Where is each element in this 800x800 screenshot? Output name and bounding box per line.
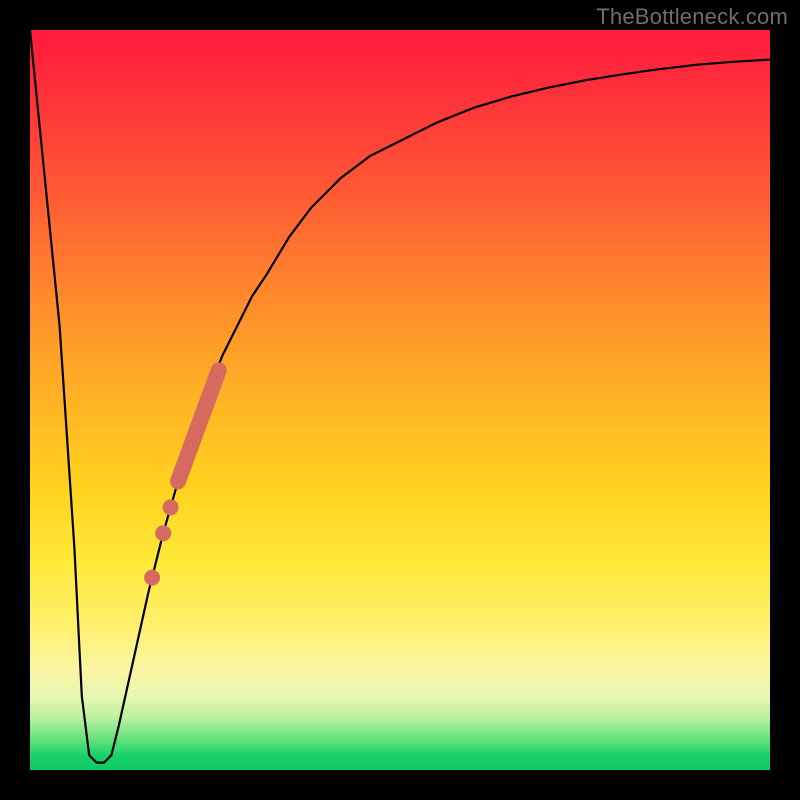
highlight-dot-1 [163,499,179,515]
watermark-text: TheBottleneck.com [596,4,788,30]
highlight-segment [178,370,219,481]
highlight-dot-3 [144,570,160,586]
chart-svg [30,30,770,770]
bottleneck-curve [30,30,770,763]
highlight-dot-2 [155,525,171,541]
plot-area [30,30,770,770]
chart-frame: TheBottleneck.com [0,0,800,800]
